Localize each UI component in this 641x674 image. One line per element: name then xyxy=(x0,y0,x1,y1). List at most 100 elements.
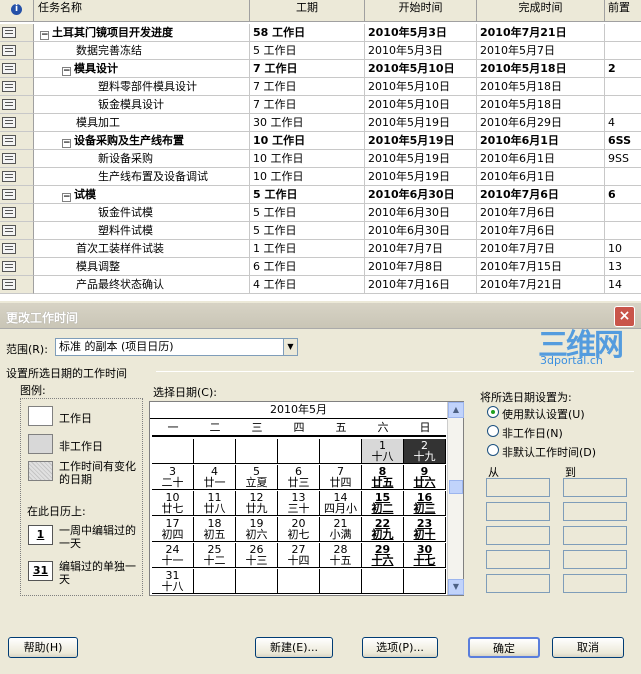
finish-header[interactable]: 完成时间 xyxy=(477,0,605,22)
start-cell[interactable]: 2010年5月19日 xyxy=(365,168,477,186)
predecessor-cell[interactable] xyxy=(605,168,641,186)
table-row[interactable]: 生产线布置及设备调试 10 工作日 2010年5月19日 2010年6月1日 xyxy=(0,168,641,186)
predecessor-cell[interactable]: 4 xyxy=(605,114,641,132)
calendar-day[interactable]: 28 十五 xyxy=(320,543,362,568)
calendar-empty-cell[interactable] xyxy=(152,439,194,464)
finish-cell[interactable]: 2010年5月18日 xyxy=(477,78,605,96)
predecessor-cell[interactable] xyxy=(605,204,641,222)
calendar-empty-cell[interactable] xyxy=(404,569,446,594)
predecessor-cell[interactable] xyxy=(605,42,641,60)
task-name-cell[interactable]: 产品最终状态确认 xyxy=(34,276,250,294)
task-name-cell[interactable]: − 模具设计 xyxy=(34,60,250,78)
predecessor-cell[interactable] xyxy=(605,24,641,42)
duration-cell[interactable]: 10 工作日 xyxy=(250,168,365,186)
scroll-thumb[interactable] xyxy=(449,480,463,494)
calendar-empty-cell[interactable] xyxy=(194,439,236,464)
calendar-day[interactable]: 20 初七 xyxy=(278,517,320,542)
task-name-cell[interactable]: − 设备采购及生产线布置 xyxy=(34,132,250,150)
finish-cell[interactable]: 2010年7月6日 xyxy=(477,186,605,204)
finish-cell[interactable]: 2010年6月1日 xyxy=(477,132,605,150)
predecessor-header[interactable]: 前置 xyxy=(605,0,641,22)
start-cell[interactable]: 2010年6月30日 xyxy=(365,222,477,240)
calendar-empty-cell[interactable] xyxy=(278,569,320,594)
from-time-field[interactable] xyxy=(486,526,550,545)
finish-cell[interactable]: 2010年7月7日 xyxy=(477,240,605,258)
predecessor-cell[interactable] xyxy=(605,222,641,240)
collapse-icon[interactable]: − xyxy=(40,31,49,40)
row-indicator[interactable] xyxy=(0,132,34,150)
row-indicator[interactable] xyxy=(0,240,34,258)
finish-cell[interactable]: 2010年5月18日 xyxy=(477,60,605,78)
start-header[interactable]: 开始时间 xyxy=(365,0,477,22)
row-indicator[interactable] xyxy=(0,168,34,186)
calendar-day[interactable]: 17 初四 xyxy=(152,517,194,542)
table-row[interactable]: − 试模 5 工作日 2010年6月30日 2010年7月6日 6 xyxy=(0,186,641,204)
predecessor-cell[interactable] xyxy=(605,78,641,96)
task-name-cell[interactable]: 钣金件试模 xyxy=(34,204,250,222)
calendar-day[interactable]: 23 初十 xyxy=(404,517,446,542)
predecessor-cell[interactable]: 14 xyxy=(605,276,641,294)
calendar-day[interactable]: 12 廿九 xyxy=(236,491,278,516)
duration-cell[interactable]: 10 工作日 xyxy=(250,150,365,168)
start-cell[interactable]: 2010年5月19日 xyxy=(365,114,477,132)
scroll-down-icon[interactable]: ▼ xyxy=(448,579,464,595)
start-cell[interactable]: 2010年6月30日 xyxy=(365,204,477,222)
ok-button[interactable]: 确定 xyxy=(468,637,540,658)
task-name-header[interactable]: 任务名称 xyxy=(34,0,250,22)
radio-nonworking[interactable] xyxy=(487,425,499,437)
predecessor-cell[interactable]: 6 xyxy=(605,186,641,204)
calendar-empty-cell[interactable] xyxy=(362,569,404,594)
duration-cell[interactable]: 5 工作日 xyxy=(250,42,365,60)
task-name-cell[interactable]: 塑料件试模 xyxy=(34,222,250,240)
calendar-empty-cell[interactable] xyxy=(278,439,320,464)
from-time-field[interactable] xyxy=(486,574,550,593)
table-row[interactable]: 塑料零部件模具设计 7 工作日 2010年5月10日 2010年5月18日 xyxy=(0,78,641,96)
table-row[interactable]: 塑料件试模 5 工作日 2010年6月30日 2010年7月6日 xyxy=(0,222,641,240)
finish-cell[interactable]: 2010年6月1日 xyxy=(477,168,605,186)
task-name-cell[interactable]: 钣金模具设计 xyxy=(34,96,250,114)
calendar-day[interactable]: 31 十八 xyxy=(152,569,194,594)
table-row[interactable]: 首次工装样件试装 1 工作日 2010年7月7日 2010年7月7日 10 xyxy=(0,240,641,258)
predecessor-cell[interactable] xyxy=(605,96,641,114)
calendar-day[interactable]: 26 十三 xyxy=(236,543,278,568)
finish-cell[interactable]: 2010年7月21日 xyxy=(477,24,605,42)
row-indicator[interactable] xyxy=(0,204,34,222)
table-row[interactable]: 数据完善冻结 5 工作日 2010年5月3日 2010年5月7日 xyxy=(0,42,641,60)
collapse-icon[interactable]: − xyxy=(62,67,71,76)
calendar-day[interactable]: 16 初三 xyxy=(404,491,446,516)
to-time-field[interactable] xyxy=(563,478,627,497)
table-row[interactable]: 新设备采购 10 工作日 2010年5月19日 2010年6月1日 9SS xyxy=(0,150,641,168)
finish-cell[interactable]: 2010年5月18日 xyxy=(477,96,605,114)
calendar-day[interactable]: 7 廿四 xyxy=(320,465,362,490)
help-button[interactable]: 帮助(H) xyxy=(8,637,78,658)
calendar-day[interactable]: 29 十六 xyxy=(362,543,404,568)
start-cell[interactable]: 2010年7月16日 xyxy=(365,276,477,294)
options-button[interactable]: 选项(P)... xyxy=(362,637,438,658)
task-name-cell[interactable]: 数据完善冻结 xyxy=(34,42,250,60)
task-name-cell[interactable]: 新设备采购 xyxy=(34,150,250,168)
calendar-day[interactable]: 3 二十 xyxy=(152,465,194,490)
task-name-cell[interactable]: 生产线布置及设备调试 xyxy=(34,168,250,186)
row-indicator[interactable] xyxy=(0,96,34,114)
row-indicator[interactable] xyxy=(0,78,34,96)
duration-cell[interactable]: 10 工作日 xyxy=(250,132,365,150)
from-time-field[interactable] xyxy=(486,502,550,521)
calendar-day[interactable]: 25 十二 xyxy=(194,543,236,568)
calendar-day[interactable]: 1 十八 xyxy=(362,439,404,464)
task-name-cell[interactable]: 模具加工 xyxy=(34,114,250,132)
row-indicator[interactable] xyxy=(0,42,34,60)
task-name-cell[interactable]: 首次工装样件试装 xyxy=(34,240,250,258)
duration-cell[interactable]: 5 工作日 xyxy=(250,222,365,240)
duration-cell[interactable]: 7 工作日 xyxy=(250,96,365,114)
calendar-day[interactable]: 10 廿七 xyxy=(152,491,194,516)
table-row[interactable]: 钣金件试模 5 工作日 2010年6月30日 2010年7月6日 xyxy=(0,204,641,222)
table-row[interactable]: 模具调整 6 工作日 2010年7月8日 2010年7月15日 13 xyxy=(0,258,641,276)
start-cell[interactable]: 2010年7月8日 xyxy=(365,258,477,276)
calendar-day[interactable]: 22 初九 xyxy=(362,517,404,542)
duration-cell[interactable]: 30 工作日 xyxy=(250,114,365,132)
finish-cell[interactable]: 2010年7月21日 xyxy=(477,276,605,294)
from-time-field[interactable] xyxy=(486,550,550,569)
calendar-day[interactable]: 18 初五 xyxy=(194,517,236,542)
start-cell[interactable]: 2010年5月19日 xyxy=(365,150,477,168)
collapse-icon[interactable]: − xyxy=(62,139,71,148)
